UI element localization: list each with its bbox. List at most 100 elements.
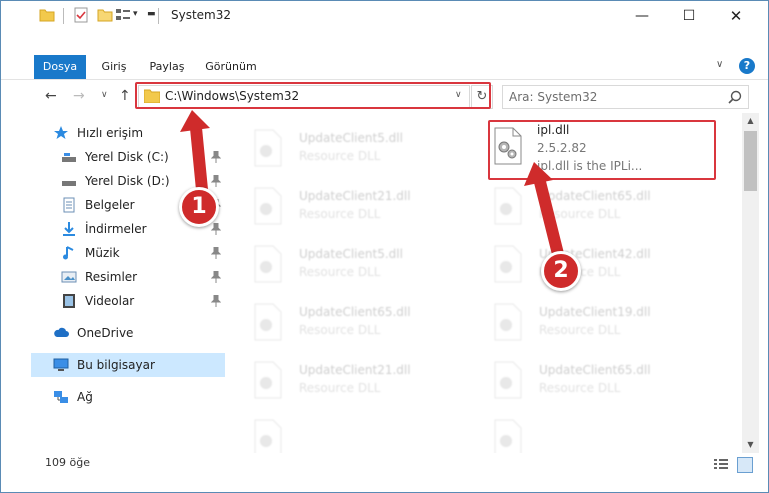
tab-share[interactable]: Paylaş: [141, 55, 193, 79]
folder-icon[interactable]: [39, 7, 55, 23]
file-highlight-box: [488, 120, 716, 180]
details-view-icon[interactable]: [714, 458, 728, 470]
nav-item-label: Yerel Disk (C:): [85, 150, 169, 164]
nav-item-music[interactable]: Müzik: [31, 241, 225, 265]
file-description: Resource DLL: [299, 265, 381, 279]
file-tile[interactable]: [469, 409, 695, 453]
file-description: Resource DLL: [299, 381, 381, 395]
nav-item-label: Ağ: [77, 390, 93, 404]
back-arrow-icon[interactable]: ←: [45, 88, 57, 104]
nav-item-pictures[interactable]: Resimler: [31, 265, 225, 289]
tab-home[interactable]: Giriş: [93, 55, 135, 79]
scroll-up-arrow-icon[interactable]: ▲: [742, 113, 759, 129]
help-icon[interactable]: ?: [739, 58, 755, 74]
pin-icon[interactable]: [211, 271, 221, 283]
file-name: UpdateClient65.dll: [539, 363, 651, 377]
file-name: UpdateClient21.dll: [299, 363, 411, 377]
dll-file-icon: [494, 303, 522, 341]
file-name: UpdateClient65.dll: [299, 305, 411, 319]
forward-arrow-icon[interactable]: →: [73, 88, 85, 104]
file-tile[interactable]: [229, 409, 455, 453]
step-badge-2: 2: [541, 251, 581, 291]
minimize-button[interactable]: —: [619, 1, 665, 31]
file-description: Resource DLL: [299, 149, 381, 163]
nav-item-label: Belgeler: [85, 198, 135, 212]
file-description: Resource DLL: [299, 323, 381, 337]
maximize-button[interactable]: ☐: [666, 1, 712, 31]
explorer-window: ▾ ▬ System32 — ☐ ✕ Dosya Giriş Paylaş Gö…: [0, 0, 769, 493]
pin-icon[interactable]: [211, 223, 221, 235]
search-icon[interactable]: [727, 89, 743, 105]
dll-file-icon: [254, 303, 282, 341]
nav-item-label: Bu bilgisayar: [77, 358, 155, 372]
up-arrow-icon[interactable]: ↑: [119, 88, 131, 104]
file-tile[interactable]: UpdateClient65.dll Resource DLL: [469, 177, 695, 233]
window-title: System32: [171, 8, 232, 22]
address-highlight-box: [135, 82, 491, 109]
dll-file-icon: [254, 129, 282, 167]
title-bar: ▾ ▬ System32 — ☐ ✕: [1, 1, 768, 31]
file-description: Resource DLL: [539, 381, 621, 395]
video-icon: [63, 294, 75, 308]
network-icon: [54, 391, 68, 403]
cloud-icon: [54, 327, 69, 337]
file-tile[interactable]: UpdateClient42.dll Resource DLL: [469, 235, 695, 291]
recent-locations-dropdown-icon[interactable]: ∨: [101, 90, 108, 100]
dll-file-icon: [494, 419, 522, 453]
close-button[interactable]: ✕: [713, 1, 759, 31]
pin-icon[interactable]: [211, 295, 221, 307]
pin-icon[interactable]: [211, 247, 221, 259]
nav-item-quick-access[interactable]: Hızlı erişim: [31, 121, 225, 145]
nav-item-network[interactable]: Ağ: [31, 385, 225, 409]
search-input[interactable]: [509, 88, 719, 105]
tiles-view-icon[interactable]: [737, 457, 753, 473]
file-tile[interactable]: UpdateClient65.dll Resource DLL: [229, 293, 455, 349]
nav-item-local-disk-c[interactable]: Yerel Disk (C:): [31, 145, 225, 169]
file-description: Resource DLL: [539, 323, 621, 337]
scroll-thumb[interactable]: [744, 131, 757, 191]
customize-list-icon[interactable]: [115, 7, 131, 23]
pictures-icon: [61, 271, 77, 283]
pin-icon[interactable]: [211, 175, 221, 187]
dll-file-icon: [254, 361, 282, 399]
file-description: Resource DLL: [539, 207, 621, 221]
nav-item-onedrive[interactable]: OneDrive: [31, 321, 225, 345]
drive-icon: [62, 181, 76, 186]
navigation-pane: Hızlı erişim Yerel Disk (C:) Yerel Disk …: [31, 119, 227, 449]
file-tile[interactable]: UpdateClient19.dll Resource DLL: [469, 293, 695, 349]
expand-ribbon-icon[interactable]: ∨: [716, 59, 723, 70]
nav-item-label: Resimler: [85, 270, 138, 284]
step-badge-1: 1: [179, 187, 219, 227]
nav-item-label: Yerel Disk (D:): [85, 174, 170, 188]
file-name: UpdateClient65.dll: [539, 189, 651, 203]
music-icon: [63, 246, 74, 260]
star-icon: [54, 126, 68, 139]
file-tile[interactable]: UpdateClient65.dll Resource DLL: [469, 351, 695, 407]
file-tile[interactable]: UpdateClient21.dll Resource DLL: [229, 351, 455, 407]
file-tile[interactable]: UpdateClient5.dll Resource DLL: [229, 235, 455, 291]
dll-file-icon: [254, 245, 282, 283]
nav-item-label: OneDrive: [77, 326, 134, 340]
vertical-scrollbar[interactable]: ▲ ▼: [742, 113, 759, 453]
search-box[interactable]: [502, 85, 749, 109]
nav-item-label: Müzik: [85, 246, 120, 260]
tab-file[interactable]: Dosya: [34, 55, 86, 79]
document-icon: [63, 197, 75, 213]
new-folder-icon[interactable]: [97, 7, 113, 23]
file-tile[interactable]: UpdateClient5.dll Resource DLL: [229, 119, 455, 175]
scroll-down-arrow-icon[interactable]: ▼: [742, 437, 759, 453]
file-description: Resource DLL: [299, 207, 381, 221]
tab-view[interactable]: Görünüm: [199, 55, 263, 79]
dll-file-icon: [254, 419, 282, 453]
download-icon: [63, 222, 75, 236]
pin-icon[interactable]: [211, 151, 221, 163]
nav-item-this-pc[interactable]: Bu bilgisayar: [31, 353, 225, 377]
dll-file-icon: [494, 187, 522, 225]
computer-icon: [53, 358, 69, 371]
file-tile[interactable]: UpdateClient21.dll Resource DLL: [229, 177, 455, 233]
properties-check-icon[interactable]: [73, 7, 89, 23]
customize-quick-access-icon[interactable]: ▬: [147, 9, 163, 25]
item-count: 109 öğe: [45, 456, 90, 469]
dll-file-icon: [254, 187, 282, 225]
nav-item-videos[interactable]: Videolar: [31, 289, 225, 313]
